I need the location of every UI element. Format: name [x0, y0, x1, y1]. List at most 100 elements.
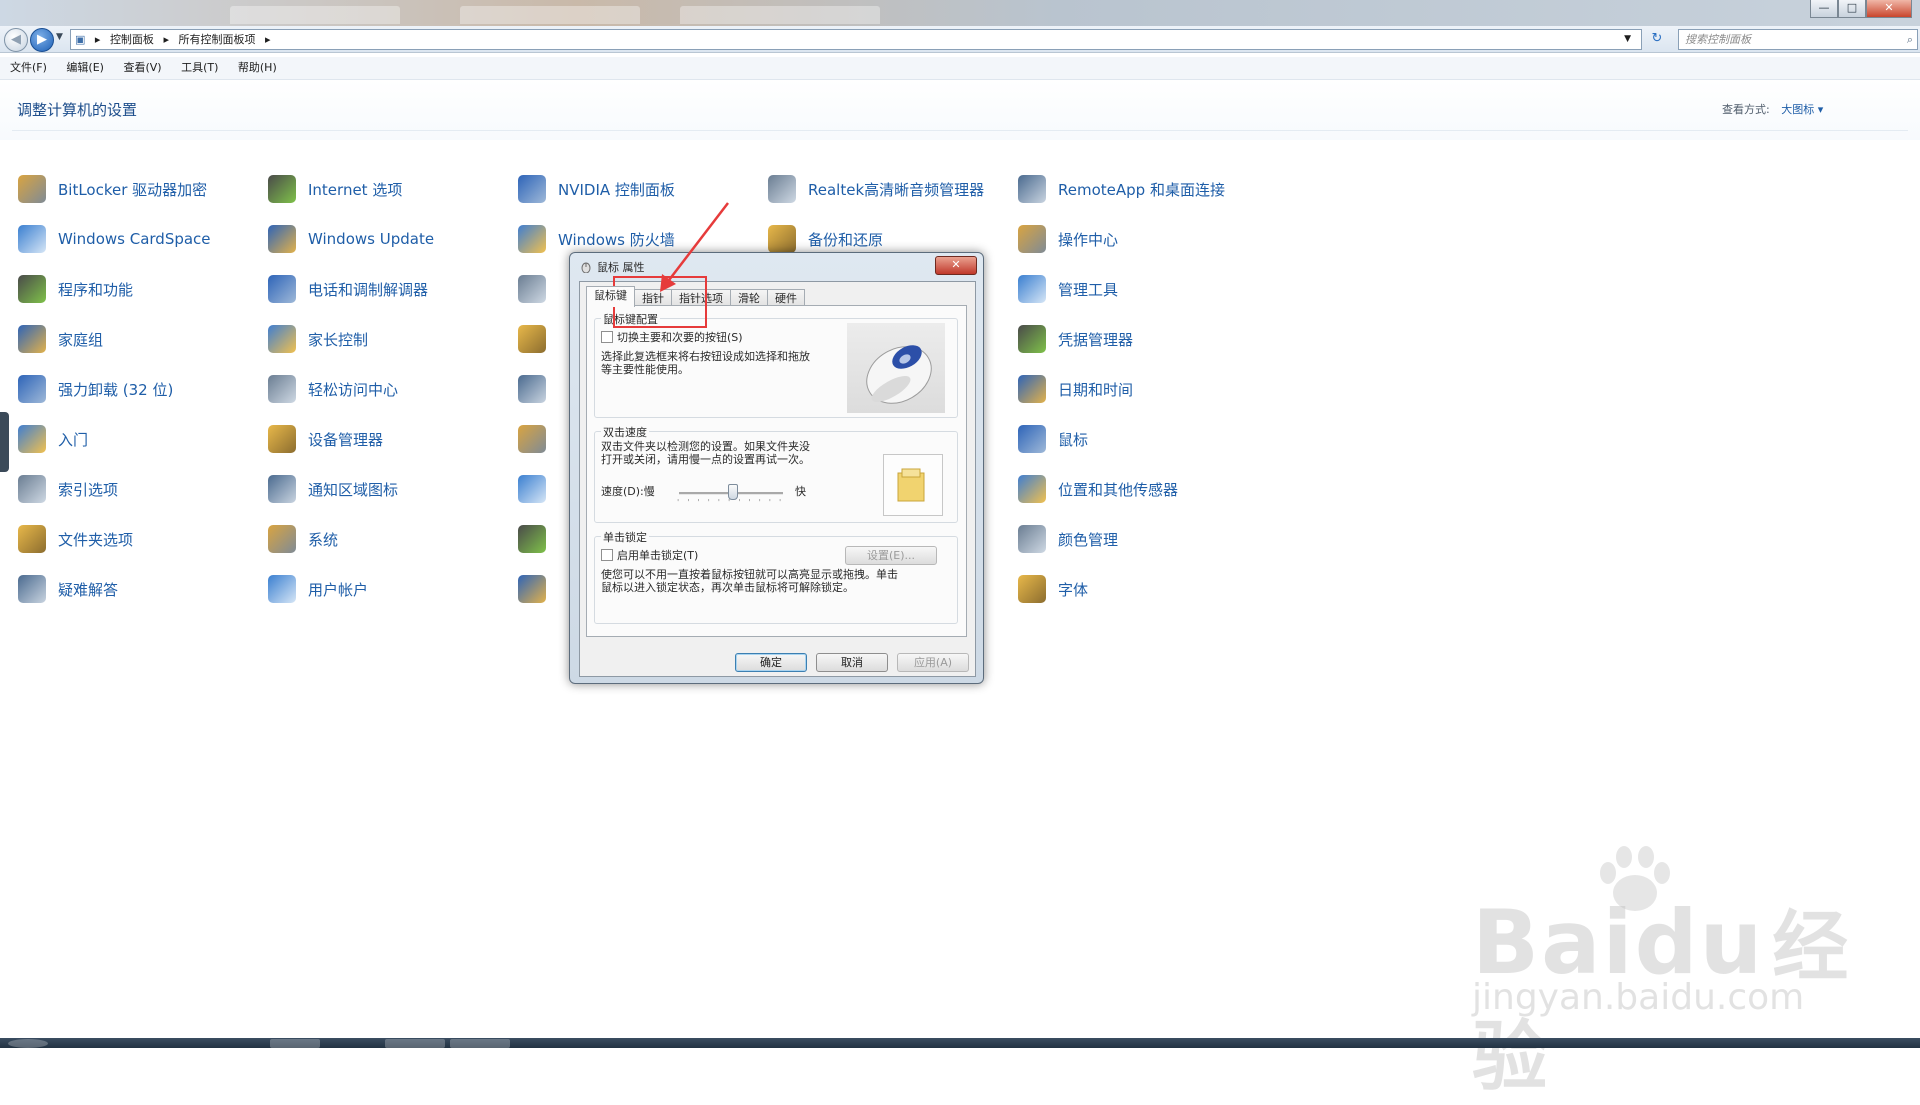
ok-button[interactable]: 确定	[735, 653, 807, 672]
control-panel-item-label: RemoteApp 和桌面连接	[1058, 180, 1225, 199]
view-by-dropdown[interactable]: 大图标 ▾	[1781, 103, 1823, 116]
view-by: 查看方式: 大图标 ▾	[1722, 101, 1823, 117]
control-panel-item[interactable]: 疑难解答	[18, 572, 118, 606]
control-panel-item-label: 管理工具	[1058, 280, 1119, 299]
tab-buttons[interactable]: 鼠标键	[586, 286, 635, 307]
control-panel-item[interactable]: NVIDIA 控制面板	[518, 172, 675, 206]
control-panel-item[interactable]	[518, 372, 558, 406]
menu-help[interactable]: 帮助(H)	[238, 61, 277, 74]
control-panel-item-icon	[268, 475, 296, 503]
click-lock-checkbox[interactable]: 启用单击锁定(T)	[601, 549, 698, 562]
control-panel-item[interactable]	[518, 322, 558, 356]
sidebar-gadget-handle[interactable]	[0, 412, 9, 472]
control-panel-item[interactable]: 操作中心	[1018, 222, 1118, 256]
dialog-title: 鼠标 属性	[580, 259, 645, 275]
switch-buttons-checkbox[interactable]: 切换主要和次要的按钮(S)	[601, 331, 743, 344]
history-dropdown-icon[interactable]: ▼	[56, 32, 63, 42]
control-panel-item-icon	[268, 525, 296, 553]
control-panel-item[interactable]	[518, 422, 558, 456]
test-folder[interactable]	[883, 454, 943, 516]
control-panel-item-label: 系统	[308, 530, 339, 549]
control-panel-item[interactable]	[518, 522, 558, 556]
maximize-button[interactable]: □	[1838, 0, 1866, 18]
control-panel-item[interactable]: 凭据管理器	[1018, 322, 1133, 356]
forward-button[interactable]: ▶	[30, 28, 54, 52]
control-panel-item[interactable]: 备份和还原	[768, 222, 883, 256]
taskbar-item[interactable]	[385, 1039, 445, 1048]
click-lock-settings-button[interactable]: 设置(E)...	[845, 546, 937, 565]
address-dropdown-icon[interactable]: ▼	[1624, 30, 1631, 49]
control-panel-item-icon	[268, 575, 296, 603]
menu-view[interactable]: 查看(V)	[123, 61, 161, 74]
control-panel-item[interactable]	[518, 272, 558, 306]
control-panel-item[interactable]: 日期和时间	[1018, 372, 1133, 406]
control-panel-item[interactable]: 索引选项	[18, 472, 118, 506]
control-panel-item-icon	[18, 275, 46, 303]
control-panel-item[interactable]: 通知区域图标	[268, 472, 398, 506]
control-panel-item[interactable]: 字体	[1018, 572, 1088, 606]
mouse-illustration	[847, 323, 945, 413]
window-close-button[interactable]: ✕	[1866, 0, 1912, 18]
cancel-button[interactable]: 取消	[816, 653, 888, 672]
control-panel-item[interactable]: Internet 选项	[268, 172, 402, 206]
control-panel-item-label: Realtek高清晰音频管理器	[808, 180, 985, 199]
control-panel-item-label: Windows Update	[308, 230, 435, 248]
background-tab	[230, 6, 400, 24]
double-click-group: 双击速度 双击文件夹以检测您的设置。如果文件夹没 打开或关闭，请用慢一点的设置再…	[594, 424, 958, 523]
control-panel-item[interactable]: 电话和调制解调器	[268, 272, 428, 306]
minimize-button[interactable]: —	[1810, 0, 1838, 18]
control-panel-item[interactable]: 强力卸载 (32 位)	[18, 372, 173, 406]
dialog-close-button[interactable]: ✕	[935, 256, 977, 275]
checkbox-box[interactable]	[601, 331, 613, 343]
control-panel-item[interactable]: 系统	[268, 522, 338, 556]
control-panel-item-icon	[518, 375, 546, 403]
address-bar-row: ◀ ▶ ▼ ▣ ▸ 控制面板 ▸ 所有控制面板项 ▸ ▼ ↻ 搜索控制面板 ⌕	[0, 26, 1920, 53]
control-panel-item-icon	[18, 325, 46, 353]
control-panel-item-icon	[768, 175, 796, 203]
control-panel-item[interactable]: 轻松访问中心	[268, 372, 398, 406]
taskbar-item[interactable]	[450, 1039, 510, 1048]
checkbox-box[interactable]	[601, 549, 613, 561]
control-panel-item[interactable]: RemoteApp 和桌面连接	[1018, 172, 1225, 206]
control-panel-item[interactable]: 家长控制	[268, 322, 368, 356]
control-panel-item[interactable]: 文件夹选项	[18, 522, 133, 556]
control-panel-item[interactable]: 管理工具	[1018, 272, 1118, 306]
control-panel-item[interactable]: BitLocker 驱动器加密	[18, 172, 207, 206]
view-by-label: 查看方式:	[1722, 103, 1770, 116]
apply-button[interactable]: 应用(A)	[897, 653, 969, 672]
control-panel-item-icon	[1018, 375, 1046, 403]
control-panel-item-label: 通知区域图标	[308, 480, 399, 499]
breadcrumb-root[interactable]: 控制面板	[110, 33, 154, 46]
taskbar-item[interactable]	[270, 1039, 320, 1048]
control-panel-item[interactable]: 设备管理器	[268, 422, 383, 456]
control-panel-item-label: Internet 选项	[308, 180, 403, 199]
menu-edit[interactable]: 编辑(E)	[66, 61, 104, 74]
control-panel-item[interactable]: 位置和其他传感器	[1018, 472, 1178, 506]
control-panel-item[interactable]: 颜色管理	[1018, 522, 1118, 556]
control-panel-item-label: 凭据管理器	[1058, 330, 1134, 349]
control-panel-item[interactable]: Windows 防火墙	[518, 222, 675, 256]
background-tab	[680, 6, 880, 24]
address-input[interactable]: ▣ ▸ 控制面板 ▸ 所有控制面板项 ▸ ▼	[70, 29, 1642, 50]
control-panel-item[interactable]: 家庭组	[18, 322, 103, 356]
control-panel-item-icon	[18, 575, 46, 603]
control-panel-item[interactable]: 入门	[18, 422, 88, 456]
back-button[interactable]: ◀	[4, 28, 28, 52]
control-panel-item[interactable]: 程序和功能	[18, 272, 133, 306]
control-panel-item[interactable]: Windows CardSpace	[18, 222, 211, 256]
control-panel-item[interactable]: 用户帐户	[268, 572, 368, 606]
refresh-icon[interactable]: ↻	[1646, 29, 1668, 48]
control-panel-item[interactable]: 鼠标	[1018, 422, 1088, 456]
control-panel-item[interactable]	[518, 472, 558, 506]
tab-panel-buttons: 鼠标键配置 切换主要和次要的按钮(S) 选择此复选框来将右按钮设成如选择和拖放 …	[586, 305, 967, 637]
start-button[interactable]	[8, 1039, 48, 1048]
breadcrumb-current[interactable]: 所有控制面板项	[178, 33, 255, 46]
control-panel-item[interactable]: Windows Update	[268, 222, 434, 256]
search-input[interactable]: 搜索控制面板 ⌕	[1678, 29, 1918, 50]
control-panel-item[interactable]	[518, 572, 558, 606]
search-placeholder: 搜索控制面板	[1685, 33, 1751, 46]
control-panel-item[interactable]: Realtek高清晰音频管理器	[768, 172, 984, 206]
menu-file[interactable]: 文件(F)	[10, 61, 47, 74]
search-icon[interactable]: ⌕	[1907, 30, 1913, 49]
menu-tools[interactable]: 工具(T)	[181, 61, 218, 74]
